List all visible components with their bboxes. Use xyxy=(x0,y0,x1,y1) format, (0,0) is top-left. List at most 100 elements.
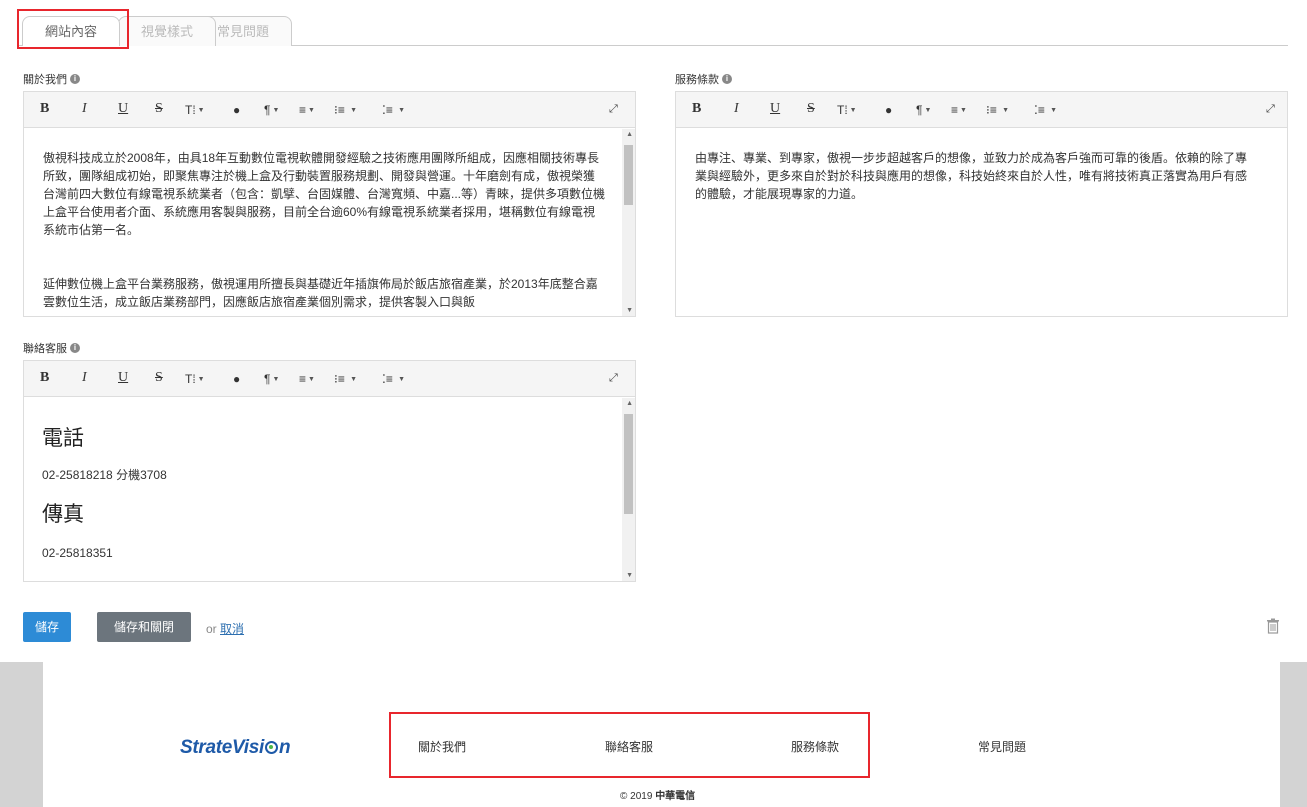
phone-heading: 電話 xyxy=(42,426,84,450)
logo-text-start: StrateVisi xyxy=(180,737,264,758)
paragraph-icon: ¶ xyxy=(264,103,271,117)
footer-link-faq[interactable]: 常見問題 xyxy=(978,738,1026,755)
tab-visual-style[interactable]: 視覺樣式 xyxy=(118,16,217,46)
bold-button[interactable]: B xyxy=(40,101,49,117)
tab-site-content[interactable]: 網站內容 xyxy=(22,16,121,46)
contact-label: 聯絡客服 i xyxy=(23,340,80,356)
paragraph-button[interactable]: ¶ ▼ xyxy=(264,372,279,386)
color-droplet-icon[interactable]: ● xyxy=(233,372,240,386)
align-icon: ≡ xyxy=(951,103,959,117)
color-droplet-icon[interactable]: ● xyxy=(233,103,240,117)
font-size-button[interactable]: T⁞ ▼ xyxy=(185,103,205,117)
paragraph-icon: ¶ xyxy=(264,372,271,386)
strikethrough-button[interactable]: S xyxy=(155,101,163,117)
scroll-up-icon[interactable]: ▲ xyxy=(626,400,633,407)
italic-button[interactable]: I xyxy=(82,370,87,386)
about-paragraph-1: 傲視科技成立於2008年，由具18年互動數位電視軟體開發經驗之技術應用團隊所組成… xyxy=(43,151,606,237)
scroll-down-icon[interactable]: ▼ xyxy=(626,307,633,314)
cancel-link[interactable]: 取消 xyxy=(220,622,244,636)
editor-toolbar: B I U S T⁞ ▼ ● ¶ ▼ ≡ ▼ ⁝≡ ▼ ⁚≡ ▼ ⤢ xyxy=(24,361,635,397)
contact-scrollbar[interactable]: ▲ ▼ xyxy=(622,398,635,581)
color-droplet-icon[interactable]: ● xyxy=(885,103,892,117)
info-icon: i xyxy=(722,74,732,84)
fax-value: 02-25818351 xyxy=(42,546,113,560)
fax-heading: 傳真 xyxy=(42,502,84,526)
align-icon: ≡ xyxy=(299,103,307,117)
unordered-list-icon: ⁚≡ xyxy=(1034,103,1045,117)
strikethrough-button[interactable]: S xyxy=(155,370,163,386)
italic-button[interactable]: I xyxy=(734,101,739,117)
footer-link-contact[interactable]: 聯絡客服 xyxy=(605,738,653,755)
logo-ring-icon xyxy=(264,741,278,754)
copyright-prefix: © 2019 xyxy=(620,791,653,802)
ordered-list-icon: ⁝≡ xyxy=(334,372,345,386)
unordered-list-button[interactable]: ⁚≡ ▼ xyxy=(1034,103,1057,117)
phone-value: 02-25818218 分機3708 xyxy=(42,468,167,482)
align-button[interactable]: ≡ ▼ xyxy=(299,372,315,386)
footer-link-terms[interactable]: 服務條款 xyxy=(791,738,839,755)
footer xyxy=(43,662,1280,807)
about-content[interactable]: 傲視科技成立於2008年，由具18年互動數位電視軟體開發經驗之技術應用團隊所組成… xyxy=(24,129,635,316)
content-tabs: 常見問題 視覺樣式 網站內容 xyxy=(18,16,1288,46)
font-size-button[interactable]: T⁞ ▼ xyxy=(185,372,205,386)
unordered-list-button[interactable]: ⁚≡ ▼ xyxy=(382,372,405,386)
font-size-icon: T⁞ xyxy=(185,372,196,386)
contact-label-text: 聯絡客服 xyxy=(23,343,67,355)
expand-icon[interactable]: ⤢ xyxy=(1266,103,1275,116)
scroll-thumb[interactable] xyxy=(624,145,633,205)
editor-toolbar: B I U S T⁞ ▼ ● ¶ ▼ ≡ ▼ ⁝≡ ▼ ⁚≡ ▼ ⤢ xyxy=(24,92,635,128)
contact-editor[interactable]: B I U S T⁞ ▼ ● ¶ ▼ ≡ ▼ ⁝≡ ▼ ⁚≡ ▼ ⤢ 電話 02-25… xyxy=(23,360,636,582)
terms-content[interactable]: 由專注、專業、到專家，傲視一步步超越客戶的想像，並致力於成為客戶強而可靠的後盾。… xyxy=(676,129,1287,316)
scroll-down-icon[interactable]: ▼ xyxy=(626,572,633,579)
copyright: © 2019 中華電信 xyxy=(620,787,695,802)
font-size-icon: T⁞ xyxy=(185,103,196,117)
terms-label: 服務條款 i xyxy=(675,71,732,87)
or-text: or xyxy=(206,622,217,636)
terms-label-text: 服務條款 xyxy=(675,74,719,86)
scroll-up-icon[interactable]: ▲ xyxy=(626,131,633,138)
logo-text-end: n xyxy=(278,737,291,758)
terms-editor[interactable]: B I U S T⁞ ▼ ● ¶ ▼ ≡ ▼ ⁝≡ ▼ ⁚≡ ▼ ⤢ 由專注、專業、到… xyxy=(675,91,1288,317)
align-button[interactable]: ≡ ▼ xyxy=(951,103,967,117)
unordered-list-button[interactable]: ⁚≡ ▼ xyxy=(382,103,405,117)
expand-icon[interactable]: ⤢ xyxy=(609,103,618,116)
about-scrollbar[interactable]: ▲ ▼ xyxy=(622,129,635,316)
bold-button[interactable]: B xyxy=(692,101,701,117)
paragraph-button[interactable]: ¶ ▼ xyxy=(916,103,931,117)
align-icon: ≡ xyxy=(299,372,307,386)
terms-paragraph-1: 由專注、專業、到專家，傲視一步步超越客戶的想像，並致力於成為客戶強而可靠的後盾。… xyxy=(695,151,1248,201)
underline-button[interactable]: U xyxy=(118,101,128,117)
ordered-list-button[interactable]: ⁝≡ ▼ xyxy=(334,103,357,117)
underline-button[interactable]: U xyxy=(770,101,780,117)
info-icon: i xyxy=(70,343,80,353)
stratevision-logo[interactable]: StrateVisi n xyxy=(180,737,291,759)
copyright-company: 中華電信 xyxy=(655,791,696,802)
trash-icon[interactable] xyxy=(1266,618,1280,634)
editor-toolbar: B I U S T⁞ ▼ ● ¶ ▼ ≡ ▼ ⁝≡ ▼ ⁚≡ ▼ ⤢ xyxy=(676,92,1287,128)
ordered-list-button[interactable]: ⁝≡ ▼ xyxy=(986,103,1009,117)
align-button[interactable]: ≡ ▼ xyxy=(299,103,315,117)
about-label: 關於我們 i xyxy=(23,71,80,87)
ordered-list-button[interactable]: ⁝≡ ▼ xyxy=(334,372,357,386)
underline-button[interactable]: U xyxy=(118,370,128,386)
unordered-list-icon: ⁚≡ xyxy=(382,103,393,117)
info-icon: i xyxy=(70,74,80,84)
about-editor[interactable]: B I U S T⁞ ▼ ● ¶ ▼ ≡ ▼ ⁝≡ ▼ ⁚≡ ▼ ⤢ 傲視科技成立於2… xyxy=(23,91,636,317)
ordered-list-icon: ⁝≡ xyxy=(334,103,345,117)
italic-button[interactable]: I xyxy=(82,101,87,117)
ordered-list-icon: ⁝≡ xyxy=(986,103,997,117)
paragraph-icon: ¶ xyxy=(916,103,923,117)
font-size-button[interactable]: T⁞ ▼ xyxy=(837,103,857,117)
expand-icon[interactable]: ⤢ xyxy=(609,372,618,385)
strikethrough-button[interactable]: S xyxy=(807,101,815,117)
save-button[interactable]: 儲存 xyxy=(23,612,71,642)
paragraph-button[interactable]: ¶ ▼ xyxy=(264,103,279,117)
scroll-thumb[interactable] xyxy=(624,414,633,514)
font-size-icon: T⁞ xyxy=(837,103,848,117)
save-and-close-button[interactable]: 儲存和關閉 xyxy=(97,612,191,642)
about-paragraph-2: 延伸數位機上盒平台業務服務，傲視運用所擅長與基礎近年插旗佈局於飯店旅宿產業，於2… xyxy=(43,277,598,309)
contact-content[interactable]: 電話 02-25818218 分機3708 傳真 02-25818351 xyxy=(24,398,635,581)
footer-link-about[interactable]: 關於我們 xyxy=(418,738,466,755)
unordered-list-icon: ⁚≡ xyxy=(382,372,393,386)
bold-button[interactable]: B xyxy=(40,370,49,386)
